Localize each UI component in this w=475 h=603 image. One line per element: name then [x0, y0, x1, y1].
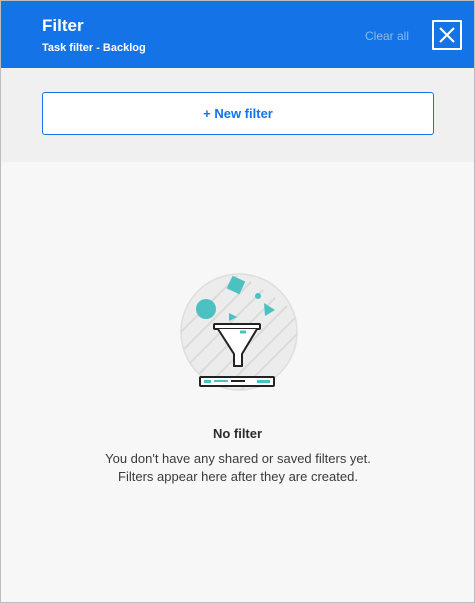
close-icon [439, 27, 455, 43]
panel-title: Filter [42, 16, 84, 35]
panel-subtitle: Task filter - Backlog [42, 42, 146, 54]
empty-state: No filter You don't have any shared or s… [1, 162, 474, 602]
new-filter-button[interactable]: + New filter [42, 92, 434, 135]
funnel-icon [180, 273, 298, 391]
empty-state-description: You don't have any shared or saved filte… [105, 451, 371, 484]
empty-state-title: No filter [212, 426, 263, 441]
panel-header: Filter Task filter - Backlog Clear all [1, 1, 474, 68]
close-button[interactable] [432, 20, 462, 50]
toolbar-area: + New filter [1, 68, 474, 162]
filter-panel: Filter Task filter - Backlog Clear all +… [0, 0, 475, 603]
clear-all-button[interactable]: Clear all [365, 29, 409, 43]
